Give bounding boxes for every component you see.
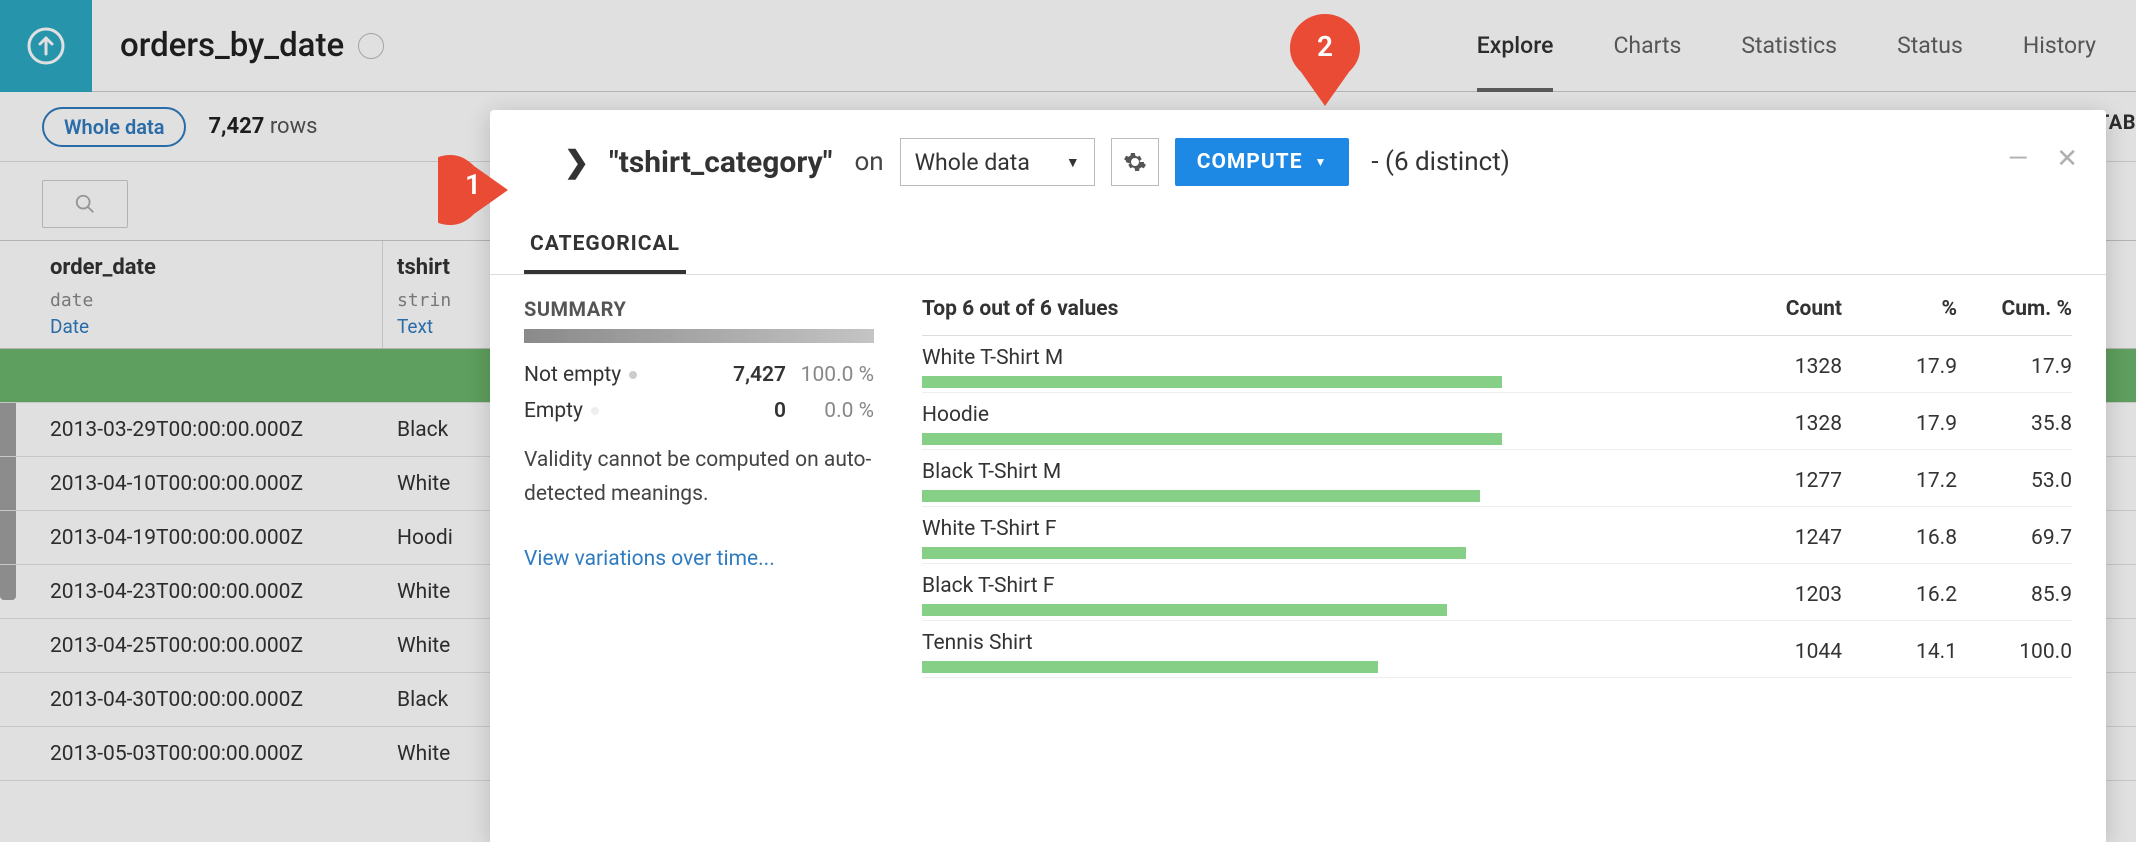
summary-empty: Empty 0 0.0 % xyxy=(524,393,874,429)
settings-button[interactable] xyxy=(1111,138,1159,186)
app-logo[interactable] xyxy=(0,0,92,92)
refresh-icon[interactable] xyxy=(358,33,384,59)
tab-statistics[interactable]: Statistics xyxy=(1741,32,1837,59)
categorical-tab[interactable]: CATEGORICAL xyxy=(524,224,686,274)
top-nav: Explore Charts Statistics Status History xyxy=(1477,32,2096,59)
summary-title: SUMMARY xyxy=(524,297,874,321)
value-row[interactable]: White T-Shirt M132817.917.9 xyxy=(922,336,2072,393)
summary-note: Validity cannot be computed on auto-dete… xyxy=(524,443,874,511)
summary-not-empty: Not empty 7,427 100.0 % xyxy=(524,357,874,393)
tab-history[interactable]: History xyxy=(2023,32,2096,59)
values-section: Top 6 out of 6 values Count % Cum. % Whi… xyxy=(922,297,2072,678)
column-analysis-panel: ❯ "tshirt_category" on Whole data▼ COMPU… xyxy=(490,110,2106,842)
dataset-title: orders_by_date xyxy=(120,26,344,65)
gear-icon xyxy=(1123,150,1147,174)
search-icon xyxy=(74,193,96,215)
distinct-count: - (6 distinct) xyxy=(1371,147,1509,177)
compute-button[interactable]: COMPUTE▼ xyxy=(1175,138,1350,186)
value-row[interactable]: Hoodie132817.935.8 xyxy=(922,393,2072,450)
close-icon[interactable]: ✕ xyxy=(2056,144,2078,174)
caret-down-icon: ▼ xyxy=(1066,154,1080,171)
tab-status[interactable]: Status xyxy=(1897,32,1963,59)
column-header-order-date[interactable]: order_date date Date xyxy=(0,241,383,348)
values-header: Top 6 out of 6 values Count % Cum. % xyxy=(922,297,2072,336)
minimize-icon[interactable]: — xyxy=(2008,144,2028,174)
summary-section: SUMMARY Not empty 7,427 100.0 % Empty 0 … xyxy=(524,297,874,678)
column-search-input[interactable] xyxy=(42,180,128,228)
row-count: 7,427 rows xyxy=(208,114,317,139)
scope-dropdown[interactable]: Whole data▼ xyxy=(900,138,1095,186)
column-name: "tshirt_category" xyxy=(609,145,832,180)
chevron-right-icon: ❯ xyxy=(564,145,589,180)
on-label: on xyxy=(854,147,883,177)
view-variations-link[interactable]: View variations over time... xyxy=(524,547,874,571)
summary-bar xyxy=(524,329,874,343)
value-row[interactable]: Black T-Shirt F120316.285.9 xyxy=(922,564,2072,621)
value-row[interactable]: White T-Shirt F124716.869.7 xyxy=(922,507,2072,564)
caret-down-icon: ▼ xyxy=(1315,155,1328,169)
value-row[interactable]: Black T-Shirt M127717.253.0 xyxy=(922,450,2072,507)
app-header: orders_by_date Explore Charts Statistics… xyxy=(0,0,2136,92)
upload-circle-icon xyxy=(22,22,70,70)
whole-data-pill[interactable]: Whole data xyxy=(42,107,186,147)
tab-charts[interactable]: Charts xyxy=(1613,32,1681,59)
tab-explore[interactable]: Explore xyxy=(1477,32,1554,59)
value-row[interactable]: Tennis Shirt104414.1100.0 xyxy=(922,621,2072,678)
